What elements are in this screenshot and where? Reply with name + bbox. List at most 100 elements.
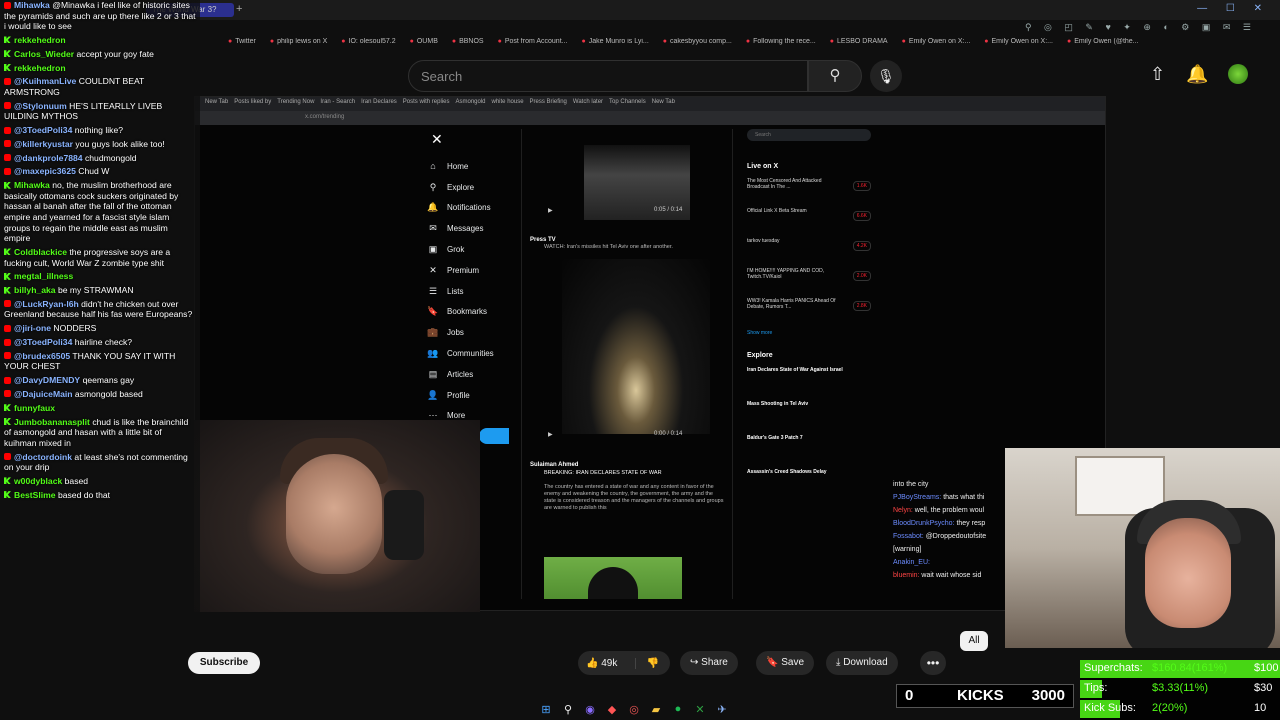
steam-icon[interactable]: ✈ (716, 703, 728, 716)
new-tab-icon[interactable]: + (236, 3, 242, 15)
discord-icon[interactable]: ◉ (584, 703, 596, 716)
x-nav-item[interactable]: ▤ Articles (427, 364, 517, 385)
live-heading: Live on X (747, 163, 779, 170)
more-actions-button[interactable]: ••• (920, 651, 946, 675)
bookmark-item[interactable]: Emily Owen (@the... (1067, 38, 1138, 54)
x-nav-item[interactable]: ✕ Premium (427, 260, 517, 281)
bookmark-item[interactable]: Following the rece... (746, 38, 816, 54)
chat-username[interactable]: @killerkyustar (14, 139, 73, 149)
bookmark-item[interactable]: LESBO DRAMA (830, 38, 888, 54)
chat-username[interactable]: rekkehedron (14, 63, 66, 73)
bookmark-item[interactable]: Jake Munro is Lyi... (581, 38, 649, 54)
chat-username[interactable]: @jiri-one (14, 323, 51, 333)
windows-start-icon[interactable]: ⊞ (540, 703, 552, 716)
video-thumbnail-2[interactable] (562, 259, 710, 434)
side-chat-username[interactable]: bluemin: (893, 572, 919, 579)
explore-item[interactable]: Iran Declares State of War Against Israe… (747, 367, 871, 401)
show-more-link[interactable]: Show more (747, 330, 871, 336)
side-chat-username[interactable]: BloodDrunkPsycho: (893, 520, 954, 527)
chat-username[interactable]: @doctordoink (14, 452, 72, 462)
notifications-bell-icon[interactable]: 🔔 (1186, 64, 1208, 85)
chrome-icon[interactable]: ◎ (628, 703, 640, 716)
spotify-icon[interactable]: ● (672, 703, 684, 715)
bookmark-item[interactable]: IO: olesoul57.2 (341, 38, 396, 54)
post-1-header: Press TV (530, 237, 556, 243)
x-nav-item[interactable]: 👤 Profile (427, 385, 517, 406)
chat-username[interactable]: BestSlime (14, 490, 56, 500)
x-nav-item[interactable]: ✉ Messages (427, 218, 517, 239)
x-nav-item[interactable]: ⚲ Explore (427, 177, 517, 198)
subscribe-button[interactable]: Subscribe (188, 652, 260, 674)
play-icon-2[interactable]: ▶ (548, 431, 553, 438)
post-2-image[interactable] (544, 557, 682, 599)
x-nav-item[interactable]: 🔔 Notifications (427, 198, 517, 219)
live-item[interactable]: WW3! Kamala Harris PANICS Ahead Of Debat… (747, 298, 871, 328)
folder-icon[interactable]: ▰ (650, 703, 662, 716)
x-nav-item[interactable]: ☰ Lists (427, 281, 517, 302)
side-chat-username[interactable]: PJBoyStreams: (893, 494, 941, 501)
taskbar-search-icon[interactable]: ⚲ (562, 703, 574, 716)
live-item[interactable]: The Most Censored And Attacked Broadcast… (747, 178, 871, 208)
chat-username[interactable]: @dankprole7884 (14, 153, 83, 163)
chat-username[interactable]: @LuckRyan-l6h (14, 299, 79, 309)
account-avatar[interactable] (1228, 64, 1248, 84)
bookmark-item[interactable]: Emily Owen on X:... (902, 38, 970, 54)
chat-username[interactable]: w00dyblack (14, 476, 62, 486)
chat-username[interactable]: @DajuiceMain (14, 389, 73, 399)
chat-username[interactable]: @DavyDMENDY (14, 375, 80, 385)
save-button[interactable]: 🔖 Save (756, 651, 815, 675)
chat-username[interactable]: @maxepic3625 (14, 166, 76, 176)
live-item[interactable]: I'M HOME!!!! YAPPING AND COD, Twitch.TV/… (747, 268, 871, 298)
search-button[interactable]: ⚲ (808, 60, 862, 92)
extension-icons[interactable]: ⚲ ◎ ◰ ✎ ♥ ✦ ⊕ ◐ ⚙ ▣ ✉ ☰ (1025, 22, 1256, 33)
chat-username[interactable]: Mihawka (14, 180, 50, 190)
chat-username[interactable]: billyh_aka (14, 285, 56, 295)
play-icon[interactable]: ▶ (548, 207, 553, 214)
chat-username[interactable]: rekkehedron (14, 35, 66, 45)
explore-item[interactable]: Mass Shooting in Tel Aviv (747, 401, 871, 435)
chat-username[interactable]: Mihawka (14, 0, 50, 10)
filter-chip-all[interactable]: All (960, 631, 988, 651)
x-search-input[interactable]: Search (747, 129, 871, 141)
chat-username[interactable]: @KuihmanLive (14, 76, 76, 86)
chat-username[interactable]: megtal_illness (14, 271, 73, 281)
window-controls[interactable]: — ☐ ✕ (1197, 3, 1270, 14)
live-item[interactable]: Official Link X Beta Stream 6.6K (747, 208, 871, 238)
voice-search-button[interactable]: 🎙 (870, 60, 902, 92)
x-nav-item[interactable]: 🔖 Bookmarks (427, 302, 517, 323)
live-item[interactable]: tarkov tuesday 4.2K (747, 238, 871, 268)
app-icon-red[interactable]: ◆ (606, 703, 618, 716)
download-button[interactable]: ⤓ Download (826, 651, 898, 675)
chat-username[interactable]: Jumbobananasplit (14, 417, 90, 427)
bookmark-item[interactable]: Post from Account... (498, 38, 568, 54)
side-chat-username[interactable]: Anakin_EU: (893, 559, 930, 566)
bookmark-item[interactable]: BBNOS (452, 38, 484, 54)
x-post-button[interactable] (479, 428, 509, 444)
chat-username[interactable]: @3ToedPoli34 (14, 337, 72, 347)
search-input[interactable]: Search (408, 60, 808, 92)
bookmark-item[interactable]: OUMB (410, 38, 438, 54)
bookmark-item[interactable]: Emily Owen on X:... (984, 38, 1053, 54)
like-button[interactable]: 👍 49k (578, 657, 636, 669)
bookmark-item[interactable]: philip lewis on X (270, 38, 327, 54)
side-chat-username[interactable]: Nelyn: (893, 507, 913, 514)
dislike-button[interactable]: 👎 (636, 658, 670, 669)
bookmark-item[interactable]: Twitter (228, 38, 256, 54)
x-nav-item[interactable]: 👥 Communities (427, 343, 517, 364)
xbox-icon[interactable]: ✕ (694, 703, 706, 716)
chat-username[interactable]: @Stylonuum (14, 101, 67, 111)
x-nav-item[interactable]: ▣ Grok (427, 239, 517, 260)
share-button[interactable]: ↪ Share (680, 651, 738, 675)
bookmark-item[interactable]: cakesbyyou comp... (663, 38, 732, 54)
chat-username[interactable]: Coldblackice (14, 247, 67, 257)
chat-username[interactable]: Carlos_Wieder (14, 49, 74, 59)
side-chat-username[interactable]: Fossabot: (893, 533, 924, 540)
explore-item[interactable]: Assassin's Creed Shadows Delay (747, 469, 871, 503)
chat-username[interactable]: @brudex6505 (14, 351, 70, 361)
explore-item[interactable]: Baldur's Gate 3 Patch 7 (747, 435, 871, 469)
upload-icon[interactable]: ⇧ (1150, 64, 1165, 85)
chat-username[interactable]: funnyfaux (14, 403, 55, 413)
x-nav-item[interactable]: ⌂ Home (427, 156, 517, 177)
chat-username[interactable]: @3ToedPoli34 (14, 125, 72, 135)
x-nav-item[interactable]: 💼 Jobs (427, 322, 517, 343)
